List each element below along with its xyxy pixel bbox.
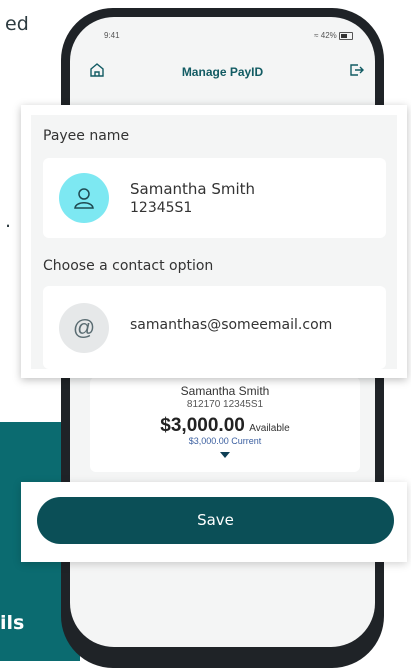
contact-email: samanthas@someemail.com	[130, 317, 333, 333]
balance-label: Available	[249, 423, 290, 434]
payee-name-label: Payee name	[43, 128, 130, 144]
logout-icon[interactable]	[347, 61, 365, 84]
current-balance: $3,000.00 Current	[188, 436, 262, 446]
wifi-icon: ≈	[314, 31, 319, 40]
chevron-down-icon[interactable]	[220, 452, 230, 458]
account-balance: $3,000.00 Available	[90, 415, 360, 437]
page-title: Manage PayID	[181, 65, 264, 79]
payee-details-panel: Payee name Samantha Smith 12345S1 Choose…	[31, 115, 397, 369]
battery-icon	[339, 31, 353, 40]
background-text-fragment: .	[5, 210, 12, 232]
at-sign-icon: @	[59, 303, 109, 353]
balance-amount: $3,000.00	[160, 415, 245, 436]
save-callout: Save	[21, 482, 407, 562]
payee-card[interactable]: Samantha Smith 12345S1	[43, 158, 386, 238]
payee-id: 12345S1	[130, 200, 193, 216]
contact-option-label: Choose a contact option	[43, 258, 214, 274]
app-bar: Manage PayID	[70, 59, 375, 85]
status-time: 9:41	[104, 31, 120, 40]
status-bar: 9:41 ≈ 42%	[104, 31, 353, 40]
save-button[interactable]: Save	[37, 497, 394, 544]
payee-details-callout: Payee name Samantha Smith 12345S1 Choose…	[21, 105, 407, 378]
background-text-fragment: ils	[0, 612, 25, 634]
battery-percent: 42%	[320, 31, 337, 40]
person-icon	[74, 188, 94, 209]
account-name: Samantha Smith	[180, 384, 270, 398]
avatar	[59, 173, 109, 223]
background-text-fragment: ed	[5, 13, 29, 35]
account-number: 812170 12345S1	[186, 399, 264, 410]
status-right: ≈ 42%	[314, 31, 353, 40]
account-card[interactable]: Samantha Smith 812170 12345S1 $3,000.00 …	[90, 377, 360, 472]
payee-name: Samantha Smith	[130, 180, 256, 198]
contact-option-card[interactable]: @ samanthas@someemail.com	[43, 286, 386, 369]
